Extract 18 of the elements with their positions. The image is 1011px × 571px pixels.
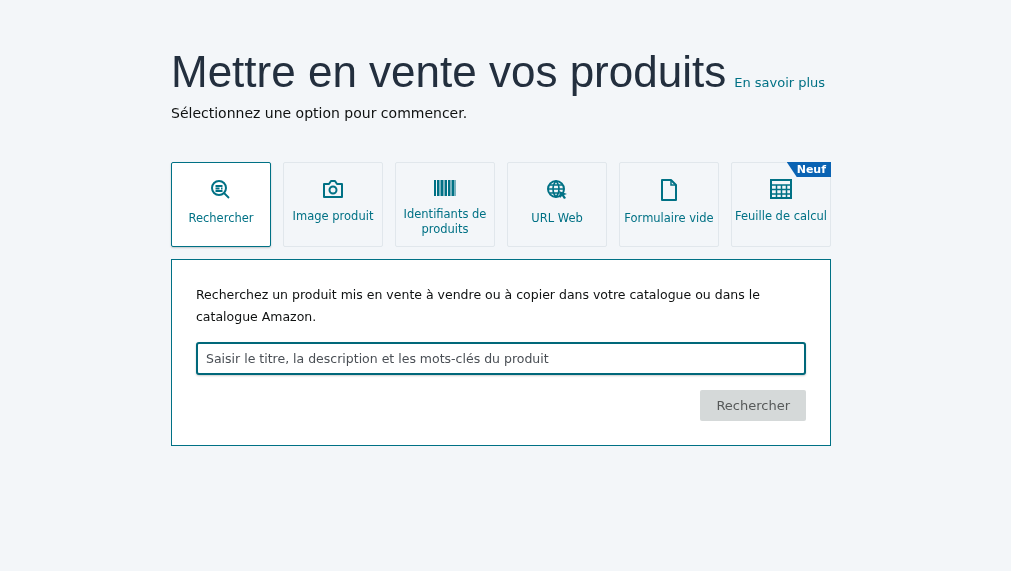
- option-tab[interactable]: Rechercher: [171, 162, 271, 247]
- document-icon: [660, 179, 678, 201]
- page-subtitle: Sélectionnez une option pour commencer.: [171, 105, 469, 121]
- new-badge: Neuf: [786, 162, 831, 177]
- learn-more-link[interactable]: En savoir plus: [734, 75, 826, 90]
- panel-description: Recherchez un produit mis en vente à vendre ou à copier dans votre catalogue ou dans le catalogue Amazon.: [196, 286, 761, 326]
- search-icon: [210, 179, 232, 201]
- option-tab[interactable]: Identifiants de produits: [395, 162, 495, 247]
- option-tab[interactable]: Neuf Feuille de calcul: [731, 162, 831, 247]
- option-tab[interactable]: Formulaire vide: [619, 162, 719, 247]
- barcode-icon: [434, 179, 456, 197]
- camera-icon: [322, 179, 344, 199]
- option-tab[interactable]: Image produit: [283, 162, 383, 247]
- search-field[interactable]: Saisir le titre, la description et les mots-clés du produit: [196, 342, 806, 375]
- page-title: Mettre en vente vos produits: [171, 47, 727, 97]
- globe-cursor-icon: [546, 179, 568, 201]
- spreadsheet-icon: [770, 179, 792, 199]
- option-tab[interactable]: URL Web: [507, 162, 607, 247]
